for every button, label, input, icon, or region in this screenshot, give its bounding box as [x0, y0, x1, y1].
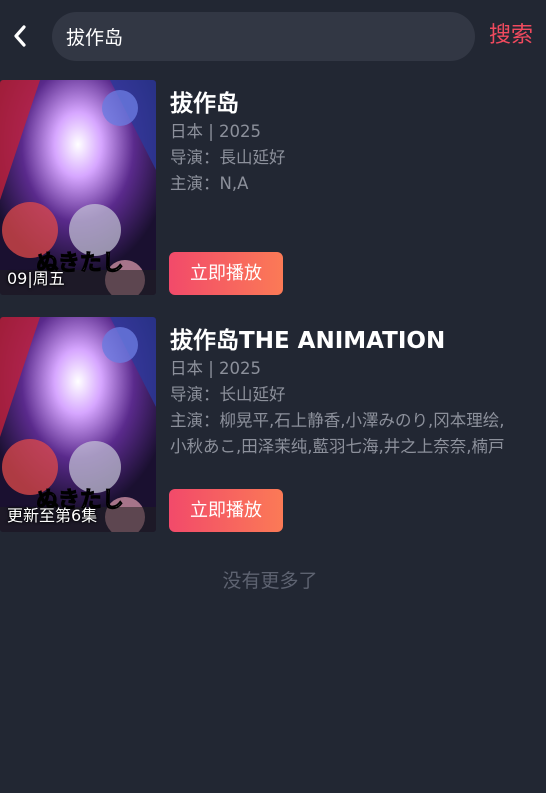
cast: 主演：柳晃平,石上静香,小澤みのり,冈本理绘,	[170, 411, 505, 430]
back-button[interactable]	[6, 20, 34, 52]
result-item: ぬきたし 09|周五 拔作岛 日本 | 2025 导演：長山延好 主演：N,A …	[0, 80, 546, 296]
search-box[interactable]	[52, 12, 475, 61]
play-now-button[interactable]: 立即播放	[169, 489, 283, 532]
region-year: 日本 | 2025	[170, 359, 262, 378]
play-now-button[interactable]: 立即播放	[169, 252, 283, 295]
director: 导演：长山延好	[170, 385, 286, 404]
result-title[interactable]: 拔作岛THE ANIMATION	[170, 321, 445, 355]
poster-image[interactable]: ぬきたし 09|周五	[0, 80, 156, 295]
chevron-left-icon	[14, 25, 26, 47]
poster-art: ぬきたし	[0, 317, 156, 532]
poster-image[interactable]: ぬきたし 更新至第6集	[0, 317, 156, 532]
no-more-text: 没有更多了	[222, 570, 318, 592]
cast-continued: 小秋あこ,田泽茉纯,藍羽七海,井之上奈奈,楠戸	[170, 437, 505, 456]
result-item: ぬきたし 更新至第6集 拔作岛THE ANIMATION 日本 | 2025 导…	[0, 317, 546, 533]
search-input[interactable]	[66, 12, 456, 61]
episode-badge: 更新至第6集	[7, 506, 98, 525]
episode-badge: 09|周五	[7, 269, 65, 288]
region-year: 日本 | 2025	[170, 122, 262, 141]
cast: 主演：N,A	[170, 174, 249, 193]
result-title[interactable]: 拔作岛	[170, 84, 239, 118]
director: 导演：長山延好	[170, 148, 286, 167]
top-bar: 搜索	[0, 0, 546, 76]
search-button[interactable]: 搜索	[489, 20, 533, 52]
poster-art: ぬきたし	[0, 80, 156, 295]
